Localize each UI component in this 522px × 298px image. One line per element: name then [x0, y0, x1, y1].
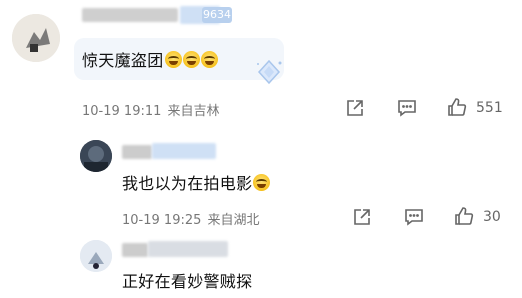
comment-time: 19:25 — [163, 213, 202, 228]
comment-text: 正好在看妙警贼探 — [122, 272, 253, 291]
comment-text: 我也以为在拍电影 — [122, 174, 253, 193]
username-blurred[interactable] — [122, 143, 222, 159]
like-icon[interactable] — [446, 96, 468, 118]
user-badge: 9634 — [202, 7, 232, 23]
avatar[interactable] — [12, 14, 60, 62]
comment-meta: 10-19 19:11 来自吉林 — [82, 100, 220, 119]
comment-icon[interactable] — [397, 98, 417, 118]
diamond-badge-icon — [254, 58, 284, 86]
avatar[interactable] — [80, 140, 112, 172]
badge-text: 9634 — [203, 8, 231, 21]
comment-content: 正好在看妙警贼探 — [122, 268, 252, 292]
comment-content: 惊天魔盗团 — [82, 47, 218, 71]
laugh-emoji — [182, 51, 200, 68]
avatar[interactable] — [80, 240, 112, 272]
laugh-emoji — [164, 51, 182, 68]
like-count: 551 — [476, 100, 503, 116]
comment-location: 来自吉林 — [167, 104, 220, 119]
like-icon[interactable] — [453, 205, 475, 227]
username-blurred[interactable] — [122, 241, 232, 257]
laugh-emoji — [200, 51, 218, 68]
comment-date: 10-19 — [82, 104, 120, 119]
avatar-image — [80, 140, 112, 172]
comment-content: 我也以为在拍电影 — [122, 170, 271, 194]
comment-meta: 10-19 19:25 来自湖北 — [122, 209, 260, 228]
share-icon[interactable] — [352, 207, 372, 227]
comment-icon[interactable] — [404, 207, 424, 227]
comment-location: 来自湖北 — [207, 213, 260, 228]
username-blurred[interactable]: 9634 — [82, 6, 234, 24]
like-count: 30 — [483, 209, 501, 225]
share-icon[interactable] — [345, 98, 365, 118]
avatar-image — [80, 240, 112, 272]
avatar-image — [12, 14, 60, 62]
laugh-emoji — [253, 174, 271, 191]
comment-time: 19:11 — [123, 104, 162, 119]
comment-date: 10-19 — [122, 213, 160, 228]
comment-text: 惊天魔盗团 — [82, 51, 164, 70]
